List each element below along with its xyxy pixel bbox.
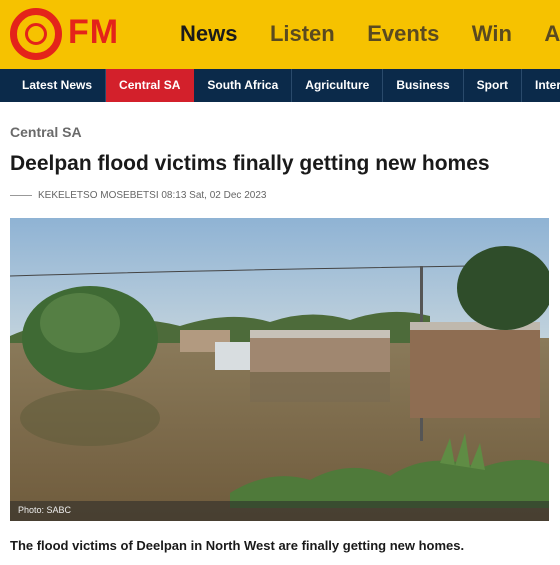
- sub-nav-south-africa[interactable]: South Africa: [194, 69, 293, 102]
- sub-nav-business[interactable]: Business: [383, 69, 464, 102]
- logo-text: FM: [68, 13, 120, 51]
- main-nav-events[interactable]: Events: [367, 20, 439, 48]
- sub-nav-international[interactable]: Intern: [522, 69, 560, 102]
- byline-text: KEKELETSO MOSEBETSI 08:13 Sat, 02 Dec 20…: [38, 190, 267, 201]
- main-nav-advertise[interactable]: Adv: [544, 20, 560, 48]
- byline-divider: [10, 194, 32, 196]
- sub-nav: Latest News Central SA South Africa Agricul…: [0, 69, 560, 102]
- main-nav: News Listen Events Win Adv: [180, 20, 560, 48]
- main-nav-listen[interactable]: Listen: [270, 20, 335, 48]
- sub-nav-sport[interactable]: Sport: [464, 69, 523, 102]
- logo-o-icon: [10, 8, 62, 60]
- ofm-logo[interactable]: FM: [10, 8, 134, 60]
- flood-photo: [10, 218, 549, 521]
- article-hero-image: Photo: SABC: [10, 218, 549, 521]
- article-category[interactable]: Central SA: [10, 124, 82, 140]
- image-caption-bar: Photo: SABC: [10, 501, 549, 521]
- article-title: Deelpan flood victims finally getting ne…: [10, 152, 490, 175]
- image-credit: Photo: SABC: [18, 505, 72, 515]
- main-nav-news[interactable]: News: [180, 20, 237, 48]
- article-summary: The flood victims of Deelpan in North We…: [10, 538, 465, 553]
- sub-nav-central-sa[interactable]: Central SA: [106, 69, 195, 102]
- main-nav-win[interactable]: Win: [472, 20, 512, 48]
- sub-nav-latest-news[interactable]: Latest News: [0, 69, 107, 102]
- article-byline: KEKELETSO MOSEBETSI 08:13 Sat, 02 Dec 20…: [10, 190, 266, 201]
- sub-nav-agriculture[interactable]: Agriculture: [292, 69, 384, 102]
- site-header: FM News Listen Events Win Adv: [0, 0, 560, 69]
